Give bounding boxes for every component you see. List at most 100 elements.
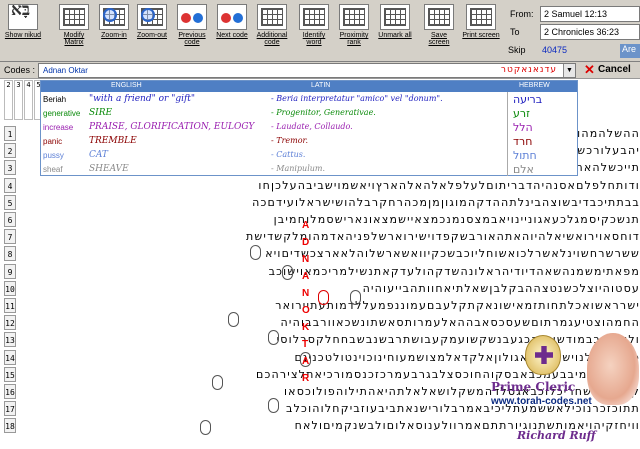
zoom-out-icon	[137, 4, 167, 30]
found-letter: T	[302, 339, 309, 350]
avatar	[587, 333, 639, 405]
identify-word-button[interactable]: Identify word	[295, 2, 333, 60]
found-letter: N	[302, 254, 310, 265]
row-number: 8	[4, 246, 16, 262]
row-number: 6	[4, 212, 16, 227]
column-header: 2	[4, 80, 13, 120]
row-number: 17	[4, 401, 16, 417]
matrix-row[interactable]: ודותחלפלםאסנהיהדבריתוםלעלפלאלהאלהארץויאש…	[42, 178, 640, 193]
found-letter: K	[302, 322, 310, 333]
to-field[interactable]: 2 Chronicles 36:23	[540, 24, 640, 40]
matrix-mark	[228, 312, 239, 327]
matrix-row[interactable]: עסטוהיוצלכשנטצההבקלבןשאלתיאחוותהבייעוהיה	[42, 281, 640, 296]
to-label: To	[510, 27, 520, 37]
row-number: 4	[4, 177, 16, 193]
popup-header: ENGLISH LATIN HEBREW	[41, 81, 577, 92]
hebrew-nikud-icon: בָּא	[8, 4, 38, 30]
proximity-rank-icon	[339, 4, 369, 30]
zoom-out-button[interactable]: Zoom-out	[133, 2, 171, 60]
next-code-button[interactable]: Next code	[213, 2, 251, 60]
badge-url[interactable]: www.torah-codes.net	[491, 396, 592, 407]
toolbar-button-label: Additional code	[256, 32, 288, 46]
word-translation: CAT	[89, 150, 108, 160]
toolbar-button-label: Identify word	[302, 32, 326, 46]
word-latin: - Tremor.	[271, 136, 309, 145]
popup-row[interactable]: Beriah "with a friend" or "gift" - Beria i…	[41, 93, 577, 107]
found-letter: N	[302, 288, 310, 299]
word-hebrew: זרע	[513, 107, 530, 120]
toolbar-button-label: Previous code	[178, 32, 206, 46]
crest-logo	[525, 335, 561, 375]
toolbar-button-label: Proximity rank	[339, 32, 369, 46]
codes-label: Codes :	[4, 65, 36, 75]
word-english: generative	[43, 109, 81, 118]
to-row: To 2 Chronicles 36:23	[508, 24, 640, 40]
word-english: increase	[43, 123, 74, 132]
zoom-in-button[interactable]: Zoom-in	[95, 2, 133, 60]
word-translation: SHEAVE	[89, 164, 129, 174]
proximity-rank-button[interactable]: Proximity rank	[335, 2, 373, 60]
codes-hebrew: עדנאנאקטר	[500, 65, 557, 75]
chevron-down-icon[interactable]: ▼	[563, 64, 575, 77]
identify-word-icon	[299, 4, 329, 30]
next-code-icon	[217, 4, 247, 30]
matrix-mark	[300, 352, 311, 367]
row-number: 10	[4, 280, 16, 296]
previous-code-icon	[177, 4, 207, 30]
previous-code-button[interactable]: Previous code	[173, 2, 211, 60]
popup-row[interactable]: generative SIRE - Progenitor, Generativae.…	[41, 107, 577, 121]
matrix-row[interactable]: דוחסאוירואשיאלהיוהאתהאורבשקפדוישירוארשלפ…	[42, 229, 640, 244]
popup-row[interactable]: sheaf SHEAVE - Manipulum. אלם	[41, 163, 577, 177]
are-tab[interactable]: Are	[620, 44, 640, 58]
toolbar-button-label: Save screen	[428, 32, 450, 46]
found-letter: O	[302, 305, 310, 316]
matrix-row[interactable]: החמהוצטיעגמרתוםשעסכסאבההאלעמרותסאשתונשכא…	[42, 315, 640, 330]
row-number: 5	[4, 194, 16, 210]
row-number: 14	[4, 349, 16, 365]
matrix-row[interactable]: ששרשרחשוינלאשרלכואשוחליוכבשכקיוואשארשלוה…	[42, 246, 640, 261]
header-english: ENGLISH	[111, 82, 142, 89]
from-row: From: 2 Samuel 12:13	[508, 6, 640, 22]
word-translation: PRAISE, GLORIFICATION, EULOGY	[89, 122, 255, 132]
print-screen-button[interactable]: Print screen	[462, 2, 500, 60]
found-letter: A	[302, 220, 310, 231]
app-window: { "toolbar": { "buttons": [ {"label": "S…	[0, 0, 640, 449]
popup-row[interactable]: increase PRAISE, GLORIFICATION, EULOGY - L…	[41, 121, 577, 135]
matrix-mark	[282, 265, 293, 280]
from-field[interactable]: 2 Samuel 12:13	[540, 6, 640, 22]
matrix-mark	[200, 420, 211, 435]
nikud-glyph: בָּא	[11, 4, 31, 20]
hebrew-nikud-button[interactable]: בָּא Show nikud	[4, 2, 42, 60]
print-screen-icon	[466, 4, 496, 30]
matrix-mark	[268, 398, 279, 413]
word-english: panic	[43, 137, 63, 146]
toolbar-button-label: Modify Matrix	[63, 32, 85, 46]
word-latin: - Cattus.	[271, 150, 306, 159]
matrix-row[interactable]: בבתתיכבדיבשוצהבינלתההדקהמוגוןמןמכהרחקרבל…	[42, 195, 640, 210]
matrix-row[interactable]: תנשכקיסמגלכעאגוניינויאבמצסנמנכמצאיישמצאו…	[42, 212, 640, 227]
toolbar-button-label: Unmark all	[378, 32, 412, 39]
cancel-button[interactable]: ✕ Cancel	[582, 62, 638, 78]
matrix-row[interactable]: מפאתימשמנהשאהדיודיהראלונהשדקהולעדקאתנשיל…	[42, 264, 640, 279]
toolbar-button-label: Zoom-out	[137, 32, 167, 39]
grid-edit-button[interactable]: Modify Matrix	[55, 2, 93, 60]
save-screen-button[interactable]: Save screen	[420, 2, 458, 60]
unmark-all-button[interactable]: Unmark all	[376, 2, 414, 60]
popup-row[interactable]: panic TREMBLE - Tremor. חרד	[41, 135, 577, 149]
word-latin: - Manipulum.	[271, 164, 326, 173]
badge-signature: Richard Ruff	[517, 429, 596, 442]
found-letter: A	[302, 271, 310, 282]
row-number: 7	[4, 229, 16, 245]
found-letter: D	[302, 237, 310, 248]
additional-code-button[interactable]: Additional code	[253, 2, 291, 60]
matrix-row[interactable]: ישרראשואכלתחותזמאישונאקתקלעבםעמוננפמעללד…	[42, 298, 640, 313]
toolbar-button-label: Print screen	[462, 32, 500, 39]
row-number: 15	[4, 366, 16, 382]
column-header: 3	[14, 80, 23, 120]
column-header: 4	[24, 80, 33, 120]
grid-edit-icon	[59, 4, 89, 30]
popup-row[interactable]: pussy CAT - Cattus. חתול	[41, 149, 577, 163]
codes-select[interactable]: Adnan Oktar עדנאנאקטר ▼	[38, 63, 576, 78]
cross-icon	[535, 346, 553, 364]
found-letter: R	[302, 373, 310, 384]
